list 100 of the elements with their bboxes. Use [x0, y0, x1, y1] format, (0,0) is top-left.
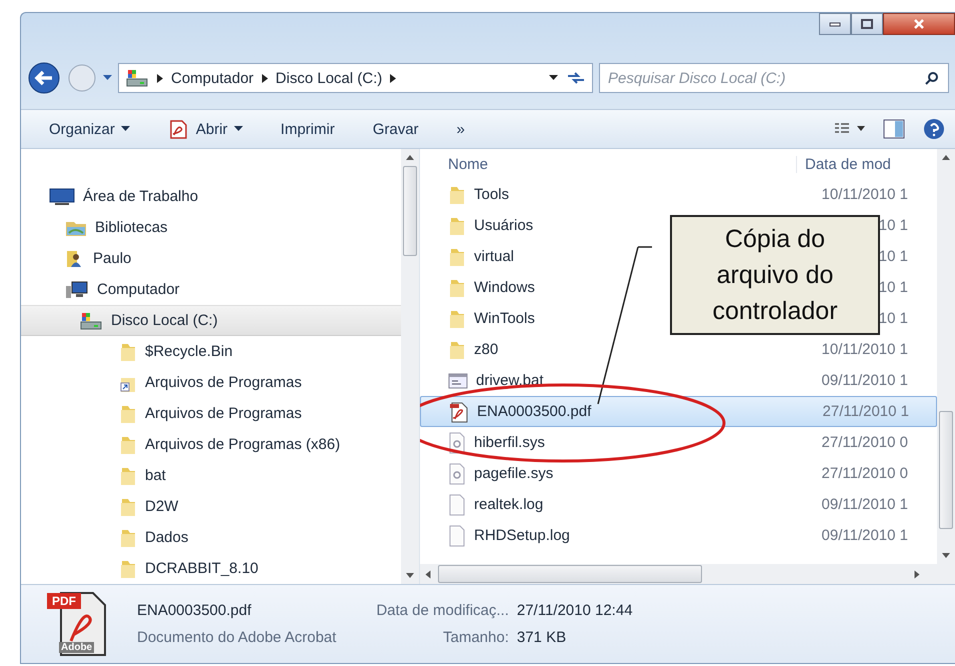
minimize-icon	[829, 21, 841, 27]
caret-icon	[103, 75, 112, 81]
maximize-icon	[861, 19, 873, 29]
folder-icon	[448, 278, 466, 298]
tree-item[interactable]: D2W	[21, 491, 401, 522]
column-header[interactable]: Data de mod	[796, 156, 891, 172]
folder-icon	[448, 246, 466, 266]
tree-item[interactable]: DCRABBIT_8.10	[21, 553, 401, 584]
file-icon	[448, 494, 466, 516]
folder-icon	[119, 558, 137, 578]
file-name: WinTools	[474, 310, 535, 327]
file-date: 10/11/2010 1	[822, 341, 908, 358]
caret-icon	[549, 75, 558, 81]
tree-item[interactable]: bat	[21, 460, 401, 491]
file-name: drivew.bat	[476, 372, 544, 389]
toolbar-button[interactable]: Organizar	[41, 116, 138, 142]
scroll-thumb[interactable]	[438, 565, 702, 583]
detail-label: Tamanho:	[442, 629, 509, 646]
scroll-arrow-icon[interactable]	[406, 573, 414, 578]
file-name: Tools	[474, 186, 510, 203]
tree-item[interactable]: Dados	[21, 522, 401, 553]
file-date: 27/11/2010 0	[822, 465, 908, 482]
file-name: hiberfil.sys	[474, 434, 545, 451]
file-date: 27/11/2010 0	[822, 434, 908, 451]
scroll-arrow-icon[interactable]	[426, 570, 430, 578]
file-name: ENA0003500.pdf	[137, 602, 252, 619]
scroll-arrow-icon[interactable]	[406, 155, 414, 160]
minimize-button[interactable]	[819, 13, 851, 35]
window-file-icon	[448, 370, 468, 390]
tree-item[interactable]: Arquivos de Programas	[21, 367, 401, 398]
file-name: pagefile.sys	[474, 465, 554, 482]
scroll-arrow-icon[interactable]	[942, 155, 950, 160]
tree-item[interactable]: Arquivos de Programas (x86)	[21, 429, 401, 460]
file-icon	[448, 524, 466, 546]
tree-item[interactable]: Arquivos de Programas	[21, 398, 401, 429]
tree-item[interactable]: Disco Local (C:)	[21, 305, 401, 336]
toolbar-button[interactable]: Abrir	[160, 115, 251, 143]
help-icon[interactable]	[923, 118, 945, 140]
file-date: 10 1	[878, 279, 908, 296]
scroll-thumb[interactable]	[403, 166, 417, 256]
address-bar[interactable]: Computador Disco Local (C:)	[118, 63, 593, 93]
tree-item[interactable]: Paulo	[21, 243, 401, 274]
folder-icon	[448, 216, 466, 236]
scroll-arrow-icon[interactable]	[914, 570, 920, 578]
scrollbar[interactable]	[401, 149, 419, 584]
file-date: 09/11/2010 1	[822, 496, 908, 513]
maximize-button[interactable]	[851, 13, 883, 35]
drive-icon	[125, 68, 149, 88]
breadcrumb[interactable]: Computador	[171, 70, 254, 86]
tree-item[interactable]: Computador	[21, 274, 401, 305]
scroll-thumb[interactable]	[939, 411, 953, 529]
folder-icon	[119, 434, 137, 454]
preview-pane-icon[interactable]	[883, 119, 905, 139]
tree-item[interactable]: $Recycle.Bin	[21, 336, 401, 367]
file-name: z80	[474, 341, 498, 358]
toolbar-button[interactable]: Gravar	[364, 116, 427, 142]
file-date: 09/11/2010 1	[822, 372, 908, 389]
file-name: Windows	[474, 279, 535, 296]
toolbar-button[interactable]: Imprimir	[272, 116, 343, 142]
folder-icon	[119, 342, 137, 362]
file-date: 10 1	[878, 217, 908, 234]
folder-icon	[119, 466, 137, 486]
close-icon	[913, 19, 925, 29]
monitor-icon	[49, 188, 75, 206]
file-date: 10 1	[878, 248, 908, 265]
file-name: ENA0003500.pdf	[477, 403, 592, 420]
search-icon	[925, 71, 939, 85]
tree-item[interactable]: Área de Trabalho	[21, 181, 401, 212]
scroll-arrow-icon[interactable]	[942, 553, 950, 558]
folder-icon	[119, 528, 137, 548]
folder-icon	[119, 404, 137, 424]
detail-value: 371 KB	[516, 629, 568, 646]
pdf-icon	[168, 119, 190, 139]
callout-box: Cópia do arquivo do controlador	[670, 215, 880, 335]
chevron-icon	[390, 74, 396, 82]
caret-icon	[120, 126, 130, 132]
horizontal-scrollbar[interactable]	[420, 564, 955, 584]
view-options-icon[interactable]	[835, 123, 865, 135]
detail-label: Data de modificaç...	[376, 602, 509, 619]
close-button[interactable]	[883, 13, 955, 35]
selected-file-row[interactable]: ENA0003500.pdf 27/11/2010 1	[420, 396, 937, 427]
column-header[interactable]: Nome	[420, 156, 796, 172]
folder-icon	[448, 184, 466, 204]
detail-value: 27/11/2010 12:44	[516, 602, 633, 619]
back-button[interactable]	[27, 61, 61, 95]
breadcrumb[interactable]: Disco Local (C:)	[276, 70, 382, 86]
toolbar-button[interactable]: »	[448, 116, 473, 142]
refresh-icon[interactable]	[566, 70, 586, 86]
file-date: 10 1	[878, 310, 908, 327]
computer-icon	[65, 280, 89, 300]
folder-icon	[119, 496, 137, 516]
tree-item[interactable]: Bibliotecas	[21, 212, 401, 243]
pdf-file-icon	[449, 400, 469, 422]
drive-icon	[79, 310, 103, 330]
system-file-icon	[448, 432, 466, 454]
file-date: 27/11/2010 1	[822, 403, 909, 420]
chevron-icon	[262, 74, 268, 82]
file-name: realtek.log	[474, 496, 544, 513]
scrollbar[interactable]	[937, 149, 955, 564]
search-field[interactable]: Pesquisar Disco Local (C:)	[599, 63, 949, 93]
